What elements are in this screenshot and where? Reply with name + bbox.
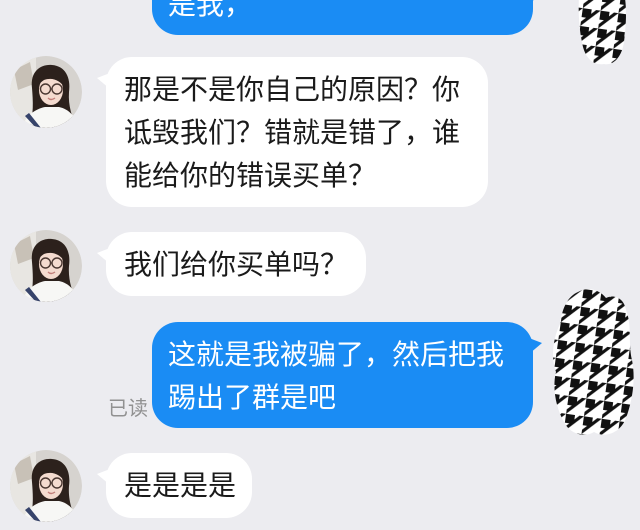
outgoing-message-bubble[interactable]: 这就是我被骗了，然后把我 踢出了群是吧: [152, 322, 542, 428]
message-text: 我们给你买单吗？: [124, 248, 349, 281]
message-text: 是是是是: [124, 469, 237, 502]
message-text: 是我，: [168, 0, 253, 21]
incoming-message-bubble[interactable]: 是是是是: [97, 453, 252, 518]
incoming-message-bubble[interactable]: 我们给你买单吗？: [97, 232, 366, 296]
incoming-message-bubble[interactable]: 那是不是你自己的原因？你 诋毁我们？错就是错了，谁 能给你的错误买单？: [97, 57, 488, 207]
houndstooth-avatar-icon[interactable]: [570, 0, 634, 70]
contact-avatar[interactable]: [10, 230, 82, 302]
message-text: 那是不是你自己的原因？你: [124, 73, 461, 106]
read-receipt: 已读: [108, 396, 148, 420]
contact-avatar[interactable]: [10, 450, 82, 522]
girl-glasses-avatar-icon: [10, 230, 82, 302]
message-text: 踢出了群是吧: [168, 381, 337, 414]
contact-avatar[interactable]: [10, 56, 82, 128]
message-text: 能给你的错误买单？: [124, 159, 377, 192]
girl-glasses-avatar-icon: [10, 56, 82, 128]
message-text: 这就是我被骗了，然后把我: [168, 338, 505, 371]
girl-glasses-avatar-icon: [10, 450, 82, 522]
outgoing-message-bubble[interactable]: 是我，: [152, 0, 542, 35]
message-text: 诋毁我们？错就是错了，谁: [124, 116, 461, 149]
houndstooth-avatar-icon[interactable]: [548, 284, 638, 444]
